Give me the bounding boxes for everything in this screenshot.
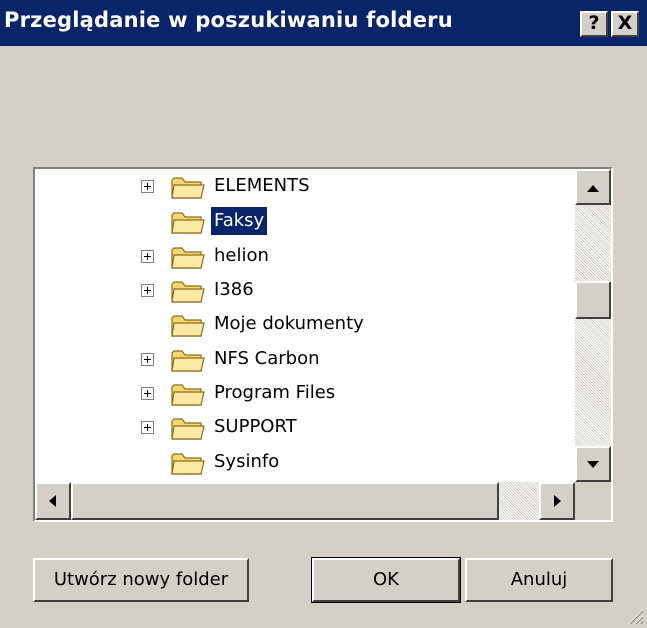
tree-item-label: NFS Carbon: [214, 348, 320, 369]
ok-button[interactable]: OK: [311, 557, 461, 603]
tree-item[interactable]: helion: [35, 240, 575, 274]
tree-item[interactable]: I386: [35, 274, 575, 308]
folder-icon: [171, 315, 205, 337]
close-button[interactable]: X: [611, 11, 639, 37]
dialog-title: Przeglądanie w poszukiwaniu folderu: [4, 8, 453, 32]
folder-tree-view[interactable]: ELEMENTS Faksy helion I386 Moje dokumenty NFS…: [33, 167, 613, 522]
tree-item[interactable]: Program Files: [35, 377, 575, 411]
expand-plus-icon[interactable]: [141, 353, 154, 366]
scroll-down-button[interactable]: [575, 446, 611, 482]
tree-item-label: Program Files: [214, 382, 336, 403]
vertical-scrollbar[interactable]: [575, 169, 611, 482]
arrow-down-icon: [587, 461, 599, 468]
tree-item[interactable]: Sysinfo: [35, 446, 575, 480]
arrow-left-icon: [49, 495, 56, 507]
horizontal-scrollbar[interactable]: [35, 482, 575, 520]
arrow-up-icon: [587, 185, 599, 192]
tree-item-label: Faksy: [211, 207, 268, 235]
folder-icon: [171, 177, 205, 199]
folder-tree-list: ELEMENTS Faksy helion I386 Moje dokumenty NFS…: [35, 169, 575, 482]
expand-plus-icon[interactable]: [141, 421, 154, 434]
folder-icon: [171, 247, 205, 269]
arrow-right-icon: [554, 495, 561, 507]
tree-item-label: ELEMENTS: [214, 175, 310, 196]
expand-plus-icon[interactable]: [141, 180, 154, 193]
expand-plus-icon[interactable]: [141, 284, 154, 297]
expand-plus-icon[interactable]: [141, 250, 154, 263]
tree-item[interactable]: Faksy: [35, 205, 575, 239]
tree-item-label: Sysinfo: [214, 451, 280, 472]
tree-item[interactable]: ELEMENTS: [35, 170, 575, 204]
folder-icon: [171, 453, 205, 475]
tree-item-label: Moje dokumenty: [214, 313, 364, 334]
scroll-up-button[interactable]: [575, 169, 611, 205]
tree-item-label: helion: [214, 245, 269, 266]
tree-item[interactable]: Moje dokumenty: [35, 308, 575, 342]
tree-item-label: SUPPORT: [214, 416, 297, 437]
scroll-thumb[interactable]: [575, 281, 611, 319]
tree-item[interactable]: NFS Carbon: [35, 343, 575, 377]
new-folder-button[interactable]: Utwórz nowy folder: [33, 558, 249, 602]
scroll-right-button[interactable]: [539, 482, 575, 520]
scrollbar-corner: [575, 482, 611, 520]
folder-icon: [171, 418, 205, 440]
expand-plus-icon[interactable]: [141, 387, 154, 400]
scroll-left-button[interactable]: [35, 482, 71, 520]
folder-icon: [171, 281, 205, 303]
horizontal-scroll-thumb[interactable]: [71, 482, 499, 520]
folder-icon: [171, 212, 205, 234]
folder-icon: [171, 350, 205, 372]
help-button[interactable]: ?: [580, 11, 608, 37]
tree-item[interactable]: SUPPORT: [35, 411, 575, 445]
resize-grip-icon[interactable]: [625, 606, 645, 626]
title-bar[interactable]: Przeglądanie w poszukiwaniu folderu ? X: [0, 0, 647, 46]
tree-item-label: I386: [214, 279, 254, 300]
cancel-button[interactable]: Anuluj: [465, 558, 613, 602]
folder-icon: [171, 384, 205, 406]
